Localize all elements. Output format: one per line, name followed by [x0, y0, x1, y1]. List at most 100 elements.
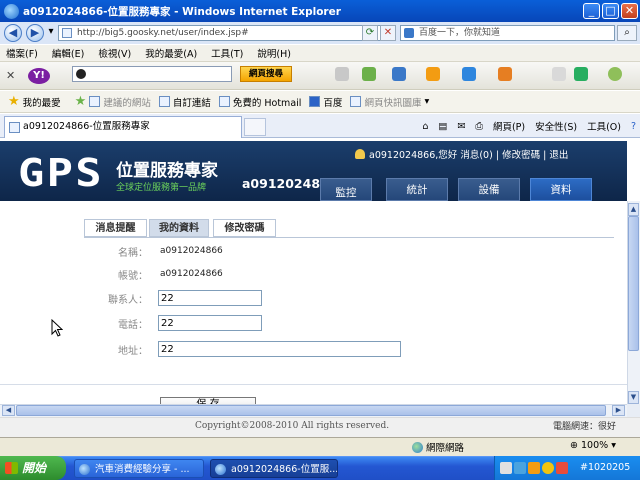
- print-icon[interactable]: ⎙: [475, 121, 483, 132]
- safety-menu[interactable]: 安全性(S): [535, 119, 577, 133]
- tray-icon[interactable]: [514, 462, 526, 474]
- minimize-button[interactable]: _: [583, 3, 600, 19]
- tab-my-profile[interactable]: 我的資料: [149, 219, 209, 237]
- menu-file[interactable]: 檔案(F): [6, 46, 38, 60]
- tab-title: a0912024866-位置服務專家: [23, 121, 150, 132]
- security-zone[interactable]: 網際網路: [412, 440, 464, 454]
- news-icon[interactable]: [392, 67, 406, 81]
- favorite-label: 建議的網站: [103, 97, 151, 109]
- tray-icon[interactable]: [556, 462, 568, 474]
- close-toolbar-icon[interactable]: ✕: [6, 69, 15, 82]
- phone-field[interactable]: [158, 315, 262, 331]
- messages-link[interactable]: 消息(0): [460, 150, 492, 161]
- scrollbar-corner: [627, 404, 640, 417]
- history-dropdown-icon[interactable]: ▾: [46, 25, 56, 41]
- menu-edit[interactable]: 編輯(E): [52, 46, 84, 60]
- start-button[interactable]: 開始: [0, 456, 66, 480]
- user-icon: [355, 149, 365, 159]
- scroll-up-icon[interactable]: ▲: [628, 203, 639, 216]
- tray-icon[interactable]: [500, 462, 512, 474]
- web-search-button[interactable]: 網頁搜尋: [240, 66, 292, 82]
- scroll-right-icon[interactable]: ▶: [612, 405, 625, 416]
- address-field[interactable]: [158, 341, 401, 357]
- back-arrow-icon[interactable]: ◀: [4, 24, 22, 42]
- form-divider: [0, 384, 627, 385]
- settings-gear-icon[interactable]: [608, 67, 622, 81]
- favorites-button[interactable]: ★ 我的最愛: [8, 94, 61, 109]
- nav-tab-data[interactable]: 資料: [530, 178, 592, 201]
- nav-tab-devices[interactable]: 設備: [458, 178, 520, 201]
- add-icon[interactable]: [574, 67, 588, 81]
- tools-menu[interactable]: 工具(O): [587, 119, 621, 133]
- new-tab-button[interactable]: [244, 118, 266, 136]
- favorites-link-webslices[interactable]: 網頁快訊圖庫 ▾: [350, 95, 429, 109]
- feeds-icon[interactable]: ▤: [438, 121, 447, 132]
- taskbar-item-active[interactable]: a0912024866-位置服...: [210, 459, 338, 478]
- toolbar-tool-icon[interactable]: [335, 67, 349, 81]
- field-label-contact: 聯系人：: [108, 295, 148, 306]
- net-speed-text: 電腦網速：很好: [553, 422, 617, 432]
- read-mail-icon[interactable]: ✉: [457, 121, 465, 132]
- tray-icon[interactable]: [528, 462, 540, 474]
- yahoo-search-icon: [76, 69, 86, 79]
- browser-tab-active[interactable]: a0912024866-位置服務專家: [4, 116, 242, 138]
- taskbar-item[interactable]: 汽車消費經驗分享 - ...: [74, 459, 204, 478]
- favorites-star-icon: ★: [8, 94, 20, 109]
- favorites-link-baidu[interactable]: 百度: [309, 95, 342, 109]
- logout-link[interactable]: 退出: [549, 150, 568, 161]
- address-input[interactable]: http://big5.goosky.net/user/index.jsp#: [58, 25, 393, 41]
- windows-logo-icon: [5, 462, 18, 474]
- menu-help[interactable]: 說明(H): [257, 46, 291, 60]
- scroll-down-icon[interactable]: ▼: [628, 391, 639, 404]
- zoom-level[interactable]: ⊕ 100% ▾: [570, 440, 616, 451]
- tab-change-password[interactable]: 修改密碼: [213, 219, 276, 237]
- tray-icon[interactable]: [542, 462, 554, 474]
- favorites-link-suggested[interactable]: ★ 建議的網站: [75, 94, 151, 109]
- more-icon[interactable]: [552, 67, 566, 81]
- menu-tools[interactable]: 工具(T): [211, 46, 243, 60]
- page-icon: [350, 96, 362, 107]
- yahoo-logo[interactable]: Y!: [28, 68, 50, 84]
- rss-icon[interactable]: [426, 67, 440, 81]
- field-label-phone: 電話：: [118, 320, 148, 331]
- help-icon[interactable]: ?: [631, 121, 636, 132]
- internet-explorer-icon: [215, 464, 226, 475]
- field-label-account: 帳號：: [118, 271, 148, 282]
- yahoo-search-input[interactable]: [72, 66, 232, 82]
- tab-divider: [84, 237, 614, 238]
- nav-tab-statistics[interactable]: 統計: [386, 178, 448, 201]
- add-favorite-icon: ★: [74, 94, 87, 109]
- search-icon[interactable]: ⌕: [617, 25, 637, 41]
- home-icon[interactable]: ⌂: [422, 121, 428, 132]
- status-bar: [0, 437, 640, 456]
- vertical-scroll-thumb[interactable]: [628, 216, 639, 351]
- gps-logo: GPS: [18, 151, 104, 195]
- mail-icon[interactable]: [462, 67, 476, 81]
- forward-arrow-icon[interactable]: ▶: [26, 24, 44, 42]
- scroll-left-icon[interactable]: ◀: [2, 405, 15, 416]
- menu-view[interactable]: 檢視(V): [98, 46, 131, 60]
- horizontal-scroll-thumb[interactable]: [16, 405, 606, 416]
- nav-tab-monitor[interactable]: 監控: [320, 178, 372, 201]
- favorites-link-hotmail[interactable]: 免費的 Hotmail: [218, 95, 301, 109]
- field-value-account: a0912024866: [160, 269, 223, 279]
- favorite-label: 百度: [323, 97, 343, 109]
- tab-message-reminder[interactable]: 消息提醒: [84, 219, 147, 237]
- stop-icon[interactable]: ✕: [380, 25, 396, 41]
- page-menu[interactable]: 網頁(P): [493, 119, 525, 133]
- field-label-name: 名稱：: [118, 248, 148, 259]
- maximize-button[interactable]: □: [602, 3, 619, 19]
- user-links: a0912024866,您好 消息(0) | 修改密碼 | 退出: [355, 147, 568, 161]
- menu-favorites[interactable]: 我的最愛(A): [145, 46, 197, 60]
- favorites-link-custom[interactable]: 自訂連結: [158, 95, 211, 109]
- window-title-bar[interactable]: a0912024866-位置服務專家 - Windows Internet Ex…: [0, 0, 640, 22]
- messenger-icon[interactable]: [498, 67, 512, 81]
- close-button[interactable]: ✕: [621, 3, 638, 19]
- search-input[interactable]: 百度一下，你就知道: [400, 25, 615, 41]
- contact-field[interactable]: [158, 290, 262, 306]
- refresh-icon[interactable]: ⟳: [362, 25, 378, 41]
- bookmark-icon[interactable]: [362, 67, 376, 81]
- change-password-link[interactable]: 修改密碼: [502, 150, 540, 161]
- internet-explorer-icon: [4, 3, 19, 19]
- start-label: 開始: [22, 461, 47, 475]
